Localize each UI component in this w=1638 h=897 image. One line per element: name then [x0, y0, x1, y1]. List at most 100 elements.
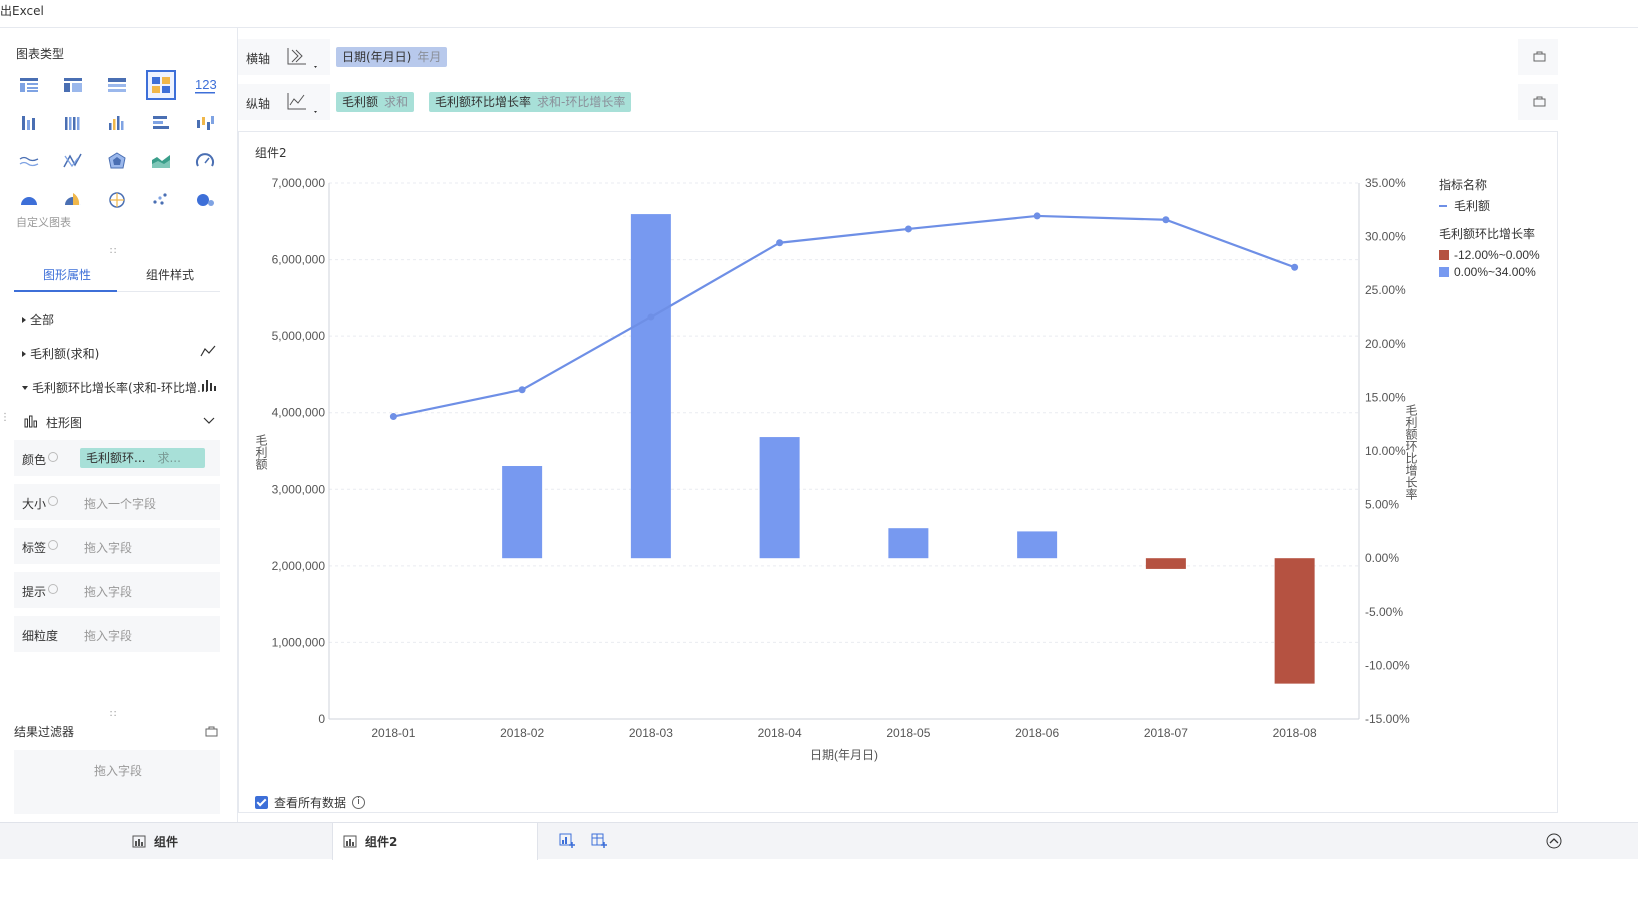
bar-chart-icon [24, 415, 37, 428]
filter-placeholder: 拖入字段 [94, 764, 143, 778]
x-tick-label: 2018-04 [758, 726, 802, 740]
prop-tooltip-row[interactable]: 提示 拖入字段 [14, 572, 220, 608]
result-filter-dropzone[interactable]: 拖入字段 [14, 750, 220, 814]
add-chart-icon[interactable] [558, 832, 576, 850]
chevron-down-icon[interactable] [203, 417, 215, 425]
x-pill-main: 日期(年月日) [342, 50, 412, 64]
tab-component2[interactable]: 组件2 [332, 823, 538, 860]
prop-size-row[interactable]: 大小 拖入一个字段 [14, 484, 220, 520]
radar-line-type-icon[interactable] [58, 146, 88, 176]
y-right-tick-label: 10.00% [1365, 444, 1406, 458]
lock-icon[interactable] [1533, 95, 1546, 107]
legend-range-label: -12.00%~0.00% [1454, 248, 1540, 262]
y-left-tick-label: 0 [318, 712, 325, 726]
gear-icon[interactable] [48, 584, 58, 594]
side-drag-handle[interactable]: ⋮ [0, 412, 10, 423]
prop-tooltip-label: 提示 [22, 585, 47, 599]
x-axis-shelf: 横轴 日期(年月日) 年月 [238, 39, 1558, 75]
multi-bar-type-icon[interactable] [102, 108, 132, 138]
y-pill2-main: 毛利额环比增长率 [435, 95, 532, 109]
y-axis-field-area[interactable]: 毛利额 求和 毛利额环比增长率 求和-环比增长率 [330, 84, 1518, 120]
chart-component: 组件2 0 1,000,000 2,000,000 3,000,000 4,000,00… [238, 131, 1558, 813]
y-right-tick-label: 30.00% [1365, 230, 1406, 244]
prop-granularity-label: 细粒度 [22, 629, 59, 643]
line-point-2018-02 [518, 386, 526, 394]
line-type-icon[interactable] [200, 344, 216, 358]
gear-icon[interactable] [48, 540, 58, 550]
map-type-icon[interactable] [102, 184, 132, 214]
checkbox[interactable] [255, 796, 268, 809]
collapse-up-icon[interactable] [1545, 832, 1563, 850]
y-right-tick-label: 0.00% [1365, 551, 1399, 565]
kpi-number-type-icon[interactable]: 123 [190, 70, 220, 100]
y-pill1-main: 毛利额 [342, 95, 379, 109]
line-point-2018-06 [1033, 212, 1041, 220]
y-right-tick-label: 35.00% [1365, 176, 1406, 190]
gear-icon[interactable] [48, 496, 58, 506]
collapse-arrow-icon [22, 385, 28, 390]
x-axis-label: 横轴 [246, 52, 271, 66]
info-icon[interactable]: i [352, 796, 366, 809]
bubble-type-icon[interactable] [190, 184, 220, 214]
y-right-tick-label: -15.00% [1365, 712, 1410, 726]
table-type-icon[interactable] [14, 70, 44, 100]
prop-granularity-row[interactable]: 细粒度 拖入字段 [14, 616, 220, 652]
y-axis-type-icon[interactable] [284, 91, 318, 115]
prop-color-row[interactable]: 颜色 毛利额环... 求... [14, 440, 220, 476]
y-left-tick-label: 5,000,000 [272, 329, 326, 343]
prop-label-row[interactable]: 标签 拖入字段 [14, 528, 220, 564]
rose-chart-type-icon[interactable] [58, 184, 88, 214]
lock-icon[interactable] [1533, 50, 1546, 62]
color-field-chip[interactable]: 毛利额环... 求... [80, 448, 205, 468]
radar-chart-type-icon[interactable] [102, 146, 132, 176]
x-tick-label: 2018-05 [886, 726, 930, 740]
pie-chart-type-icon[interactable] [14, 184, 44, 214]
horizontal-bar-type-icon[interactable] [146, 108, 176, 138]
add-table-icon[interactable] [590, 832, 608, 850]
detail-table-type-icon[interactable] [102, 70, 132, 100]
stacked-bar-type-icon[interactable] [58, 108, 88, 138]
svg-text:123: 123 [195, 77, 217, 92]
tree-item-measure1[interactable]: 毛利额(求和) [22, 345, 99, 362]
y-right-tick-label: 5.00% [1365, 498, 1399, 512]
tree-item-all[interactable]: 全部 [22, 311, 54, 328]
y-axis-pill-growth-rate[interactable]: 毛利额环比增长率 求和-环比增长率 [429, 92, 632, 112]
resize-handle[interactable]: ∷ [110, 709, 116, 720]
area-chart-type-icon[interactable] [146, 146, 176, 176]
mark-type-label[interactable]: 柱形图 [46, 414, 82, 431]
line-chart-type-icon[interactable] [14, 146, 44, 176]
y-right-tick-label: 20.00% [1365, 337, 1406, 351]
x-tick-label: 2018-02 [500, 726, 544, 740]
view-all-data-toggle[interactable]: 查看所有数据 i [255, 794, 366, 811]
lock-icon[interactable] [205, 725, 218, 737]
cross-table-type-icon[interactable] [58, 70, 88, 100]
y-right-tick-label: 15.00% [1365, 390, 1406, 404]
y-axis-label: 纵轴 [246, 97, 271, 111]
range-bar-type-icon[interactable] [190, 108, 220, 138]
x-axis-field-area[interactable]: 日期(年月日) 年月 [330, 39, 1518, 75]
x-axis-type-icon[interactable] [284, 46, 318, 70]
legend-title-growth: 毛利额环比增长率 [1439, 226, 1535, 241]
x-axis-date-pill[interactable]: 日期(年月日) 年月 [336, 47, 448, 67]
component-tab-bar: 组件 组件2 [0, 822, 1638, 860]
combo-chart[interactable]: 0 1,000,000 2,000,000 3,000,000 4,000,000 5,0… [239, 132, 1557, 772]
export-excel-button[interactable]: 出Excel [0, 2, 44, 19]
custom-chart-type-icon[interactable] [146, 70, 176, 100]
grouped-bar-type-icon[interactable] [14, 108, 44, 138]
y-left-tick-label: 4,000,000 [272, 406, 326, 420]
x-tick-label: 2018-01 [371, 726, 415, 740]
scatter-type-icon[interactable] [146, 184, 176, 214]
bar-type-icon[interactable] [201, 378, 217, 392]
gear-icon[interactable] [48, 452, 58, 462]
line-point-2018-03 [647, 313, 655, 321]
tab-component-style[interactable]: 组件样式 [146, 266, 194, 283]
tab-shape-properties[interactable]: 图形属性 [43, 266, 91, 283]
resize-handle[interactable]: ∷ [110, 246, 116, 257]
x-tick-label: 2018-08 [1273, 726, 1317, 740]
tree-item-measure2[interactable]: 毛利额环比增长率(求和-环比增... [22, 379, 208, 396]
y-left-axis-title: 毛利额 [254, 434, 268, 471]
gauge-type-icon[interactable] [190, 146, 220, 176]
y-axis-pill-gross-profit[interactable]: 毛利额 求和 [336, 92, 415, 112]
y-left-tick-label: 6,000,000 [272, 253, 326, 267]
tab-component[interactable]: 组件 [120, 823, 332, 860]
